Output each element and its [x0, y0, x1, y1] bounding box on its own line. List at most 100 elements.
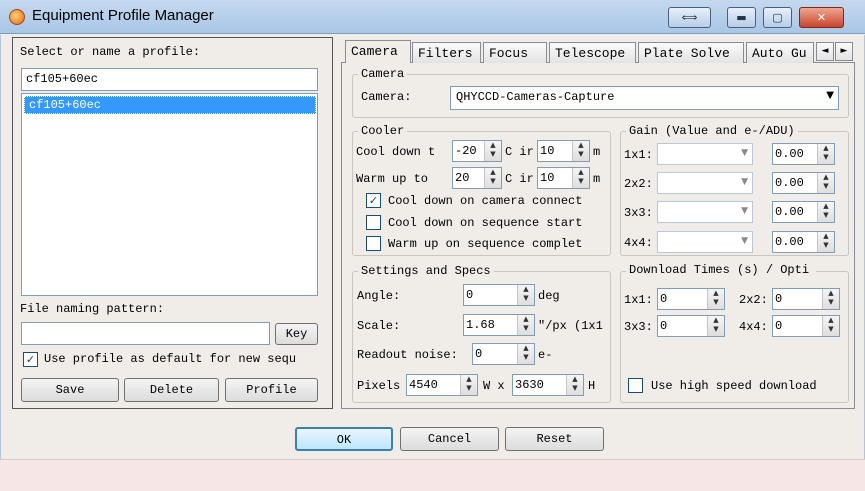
cool-minutes-value: 10: [540, 144, 555, 158]
spin-arrows-icon[interactable]: ▲ ▼: [817, 202, 834, 222]
dl-4x4-stepper[interactable]: 0 ▲ ▼: [772, 315, 840, 337]
readout-noise-stepper[interactable]: 0 ▲ ▼: [472, 343, 535, 365]
pixels-width-stepper[interactable]: 4540 ▲ ▼: [406, 374, 478, 396]
close-button[interactable]: ✕: [799, 7, 844, 28]
tab-plate-solve[interactable]: Plate Solve: [638, 42, 744, 63]
dl-3x3-label: 3x3:: [624, 320, 653, 334]
tab-scroll-right-icon[interactable]: ►: [835, 42, 853, 61]
file-naming-input[interactable]: [21, 322, 270, 345]
pixels-label: Pixels: [357, 379, 401, 393]
dl-3x3-stepper[interactable]: 0 ▲ ▼: [657, 315, 725, 337]
dl-2x2-label: 2x2:: [739, 293, 768, 307]
profile-list-item[interactable]: cf105+60ec: [24, 96, 316, 114]
readout-noise-unit: e-: [538, 348, 553, 362]
warm-minutes-stepper[interactable]: 10 ▲ ▼: [537, 167, 590, 189]
pixels-height-unit: H: [588, 379, 596, 393]
warm-temp-stepper[interactable]: 20 ▲ ▼: [452, 167, 502, 189]
gain-1x1-select[interactable]: ▼: [657, 143, 753, 165]
eadu-3x3-value: 0.00: [775, 205, 804, 219]
chevron-down-icon: ▼: [741, 236, 748, 246]
eadu-4x4-stepper[interactable]: 0.00 ▲ ▼: [772, 231, 835, 253]
spin-arrows-icon[interactable]: ▲ ▼: [572, 141, 589, 161]
tab-filters[interactable]: Filters: [412, 42, 481, 63]
spin-arrows-icon[interactable]: ▲ ▼: [484, 168, 501, 188]
cool-on-seq-start-label: Cool down on sequence start: [388, 216, 583, 230]
eadu-1x1-stepper[interactable]: 0.00 ▲ ▼: [772, 143, 835, 165]
maximize-button[interactable]: ▢: [763, 7, 792, 28]
spin-arrows-icon[interactable]: ▲ ▼: [484, 141, 501, 161]
camera-select[interactable]: QHYCCD-Cameras-Capture ▼: [450, 86, 839, 110]
cool-temp-stepper[interactable]: -20 ▲ ▼: [452, 140, 502, 162]
gain-3x3-select[interactable]: ▼: [657, 201, 753, 223]
dl-2x2-stepper[interactable]: 0 ▲ ▼: [772, 288, 840, 310]
save-button[interactable]: Save: [21, 378, 119, 402]
tab-auto-guide[interactable]: Auto Gu: [746, 42, 814, 63]
tab-focus[interactable]: Focus: [483, 42, 547, 63]
spin-arrows-icon[interactable]: ▲ ▼: [517, 285, 534, 305]
cool-on-connect-checkbox[interactable]: ✓: [366, 193, 381, 208]
spin-arrows-icon[interactable]: ▲ ▼: [707, 316, 724, 336]
scale-unit: "/px (1x1: [538, 319, 603, 333]
tab-camera[interactable]: Camera: [345, 40, 411, 63]
restore-button[interactable]: ⟺: [668, 7, 711, 28]
gain-3x3-label: 3x3:: [624, 206, 653, 220]
spin-arrows-icon[interactable]: ▲ ▼: [817, 173, 834, 193]
spin-arrows-icon[interactable]: ▲ ▼: [460, 375, 477, 395]
eadu-2x2-stepper[interactable]: 0.00 ▲ ▼: [772, 172, 835, 194]
spin-arrows-icon[interactable]: ▲ ▼: [817, 232, 834, 252]
spin-arrows-icon[interactable]: ▲ ▼: [817, 144, 834, 164]
pixels-width-value: 4540: [409, 378, 438, 392]
select-profile-label: Select or name a profile:: [20, 45, 201, 59]
gain-4x4-select[interactable]: ▼: [657, 231, 753, 253]
angle-value: 0: [466, 288, 474, 302]
readout-noise-label: Readout noise:: [357, 348, 458, 362]
warm-minutes-unit: m: [593, 172, 601, 186]
profile-button[interactable]: Profile: [225, 378, 318, 402]
cool-minutes-stepper[interactable]: 10 ▲ ▼: [537, 140, 590, 162]
cool-on-seq-start-checkbox[interactable]: [366, 215, 381, 230]
cool-down-label: Cool down t: [356, 145, 436, 159]
spin-arrows-icon[interactable]: ▲ ▼: [822, 316, 839, 336]
window-title: Equipment Profile Manager: [32, 7, 214, 24]
warm-temp-value: 20: [455, 171, 470, 185]
reset-button[interactable]: Reset: [505, 427, 604, 451]
key-button[interactable]: Key: [275, 323, 318, 345]
warm-up-label: Warm up to: [356, 172, 429, 186]
dl-1x1-stepper[interactable]: 0 ▲ ▼: [657, 288, 725, 310]
default-profile-checkbox[interactable]: ✓: [23, 352, 38, 367]
warm-on-seq-complete-checkbox[interactable]: [366, 236, 381, 251]
high-speed-checkbox[interactable]: [628, 378, 643, 393]
warm-temp-unit: C ir: [505, 172, 534, 186]
app-icon: [9, 9, 25, 25]
scale-label: Scale:: [357, 319, 401, 333]
delete-button[interactable]: Delete: [124, 378, 219, 402]
minimize-button[interactable]: ▬: [727, 7, 756, 28]
pixels-height-stepper[interactable]: 3630 ▲ ▼: [512, 374, 584, 396]
ok-button[interactable]: OK: [295, 427, 393, 451]
tab-scroll-left-icon[interactable]: ◄: [816, 42, 834, 61]
cancel-button[interactable]: Cancel: [400, 427, 499, 451]
spin-arrows-icon[interactable]: ▲ ▼: [566, 375, 583, 395]
cooler-group-label: Cooler: [358, 124, 408, 138]
readout-noise-value: 0: [475, 347, 483, 361]
scale-stepper[interactable]: 1.68 ▲ ▼: [463, 314, 535, 336]
spin-arrows-icon[interactable]: ▲ ▼: [707, 289, 724, 309]
spin-arrows-icon[interactable]: ▲ ▼: [572, 168, 589, 188]
profile-list[interactable]: [21, 93, 318, 296]
spin-arrows-icon[interactable]: ▲ ▼: [517, 344, 534, 364]
gain-2x2-label: 2x2:: [624, 177, 653, 191]
warm-on-seq-complete-label: Warm up on sequence complet: [388, 237, 583, 251]
profile-name-input[interactable]: cf105+60ec: [21, 68, 318, 91]
eadu-2x2-value: 0.00: [775, 176, 804, 190]
tab-telescope[interactable]: Telescope: [549, 42, 636, 63]
status-bar: [0, 459, 865, 491]
angle-stepper[interactable]: 0 ▲ ▼: [463, 284, 535, 306]
dl-4x4-value: 0: [775, 319, 783, 333]
cool-minutes-unit: m: [593, 145, 601, 159]
gain-2x2-select[interactable]: ▼: [657, 172, 753, 194]
spin-arrows-icon[interactable]: ▲ ▼: [517, 315, 534, 335]
spin-arrows-icon[interactable]: ▲ ▼: [822, 289, 839, 309]
dl-1x1-value: 0: [660, 292, 668, 306]
eadu-3x3-stepper[interactable]: 0.00 ▲ ▼: [772, 201, 835, 223]
dl-3x3-value: 0: [660, 319, 668, 333]
